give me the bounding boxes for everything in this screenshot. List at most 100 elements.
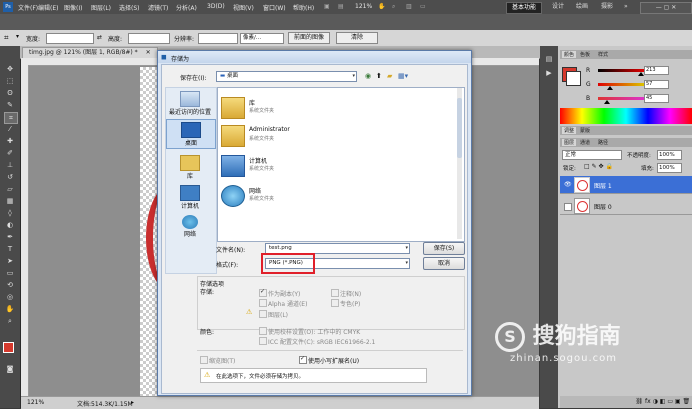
front-image-button[interactable]: 前面的图像 [288,32,330,44]
menu-view[interactable]: 视图(V) [233,3,254,12]
lowercase-ext-checkbox[interactable] [299,355,307,364]
swap-icon[interactable]: ⇄ [97,34,102,41]
proof-checkbox[interactable] [259,327,267,335]
height-input[interactable] [128,33,170,44]
zoom-icon[interactable]: ⌕ [392,3,395,11]
layer-row[interactable]: 图层 0 [560,197,692,215]
shape-tool-icon[interactable]: ▭ [4,268,16,278]
window-controls[interactable]: — ▢ ✕ [640,2,692,14]
gradient-tool-icon[interactable]: ▦ [4,196,16,206]
layers-checkbox[interactable] [259,310,267,318]
channel-value[interactable]: 57 [644,80,669,89]
menu-image[interactable]: 图像(I) [64,3,82,12]
crop-tool-icon[interactable]: ⌗ [4,33,9,43]
resolution-unit-select[interactable]: 像素/... [240,33,284,44]
icc-checkbox[interactable] [259,337,267,345]
place-recent[interactable]: 最近访问的位置 [166,91,214,116]
save-button[interactable]: 保存(S) [423,242,465,255]
workspace-more-icon[interactable]: » [624,2,628,12]
path-select-tool-icon[interactable]: ➤ [4,256,16,266]
eye-icon[interactable]: 👁 [564,181,572,188]
layers-footer-buttons[interactable]: ⛓ fx ◑ ◧ ▭ ▣ 🗑 [560,396,692,408]
arrange-icon[interactable]: ▥ [406,3,412,10]
menu-filter[interactable]: 滤镜(T) [148,3,168,12]
menu-select[interactable]: 选择(S) [119,3,140,12]
file-list-scrollbar[interactable] [457,88,462,239]
clone-stamp-tool-icon[interactable]: ⊥ [4,160,16,170]
spot-checkbox[interactable] [331,299,339,307]
color-spectrum-bar[interactable] [560,108,692,124]
pen-tool-icon[interactable]: ✒ [4,232,16,242]
cancel-button[interactable]: 取消 [423,257,465,270]
up-folder-icon[interactable]: ⬆ [376,72,382,80]
menu-layer[interactable]: 图层(L) [91,3,111,12]
tab-layers[interactable]: 图层 [562,139,577,146]
quick-select-tool-icon[interactable]: ✎ [4,100,16,110]
hand-icon[interactable]: ✋ [378,3,385,10]
close-icon[interactable]: ✕ [146,49,151,56]
tab-masks[interactable]: 蒙版 [580,127,590,134]
3d-rotate-tool-icon[interactable]: ⟲ [4,280,16,290]
annotations-checkbox[interactable] [331,289,339,297]
fill-input[interactable]: 100% [657,163,682,173]
screen-mode-icon[interactable]: ▭ [420,3,426,10]
file-item[interactable]: 计算机 系统文件夹 [219,153,419,179]
type-tool-icon[interactable]: T [4,244,16,254]
zoom-level[interactable]: 121% [355,3,372,10]
tab-channels[interactable]: 通道 [580,139,590,146]
lock-icons[interactable]: □ ✎ ✥ 🔒 [584,163,613,170]
tab-color[interactable]: 颜色 [562,51,577,58]
tab-paths[interactable]: 路径 [598,139,608,146]
thumbnail-checkbox[interactable] [200,356,208,364]
layer-row-selected[interactable]: 👁 图层 1 [560,176,692,194]
channel-slider[interactable] [598,83,650,90]
tab-styles[interactable]: 样式 [598,51,608,58]
alpha-checkbox[interactable] [259,299,267,307]
tab-adjustments[interactable]: 调整 [562,127,577,134]
file-item[interactable]: 库 系统文件夹 [219,95,419,121]
channel-slider[interactable] [598,97,650,104]
menu-help[interactable]: 帮助(H) [293,3,314,12]
slider-thumb[interactable] [606,86,613,90]
view-menu-icon[interactable]: ▦▾ [398,72,408,80]
resolution-input[interactable] [198,33,238,44]
eraser-tool-icon[interactable]: ▱ [4,184,16,194]
menu-edit[interactable]: 编辑(E) [38,3,58,12]
channel-slider[interactable] [598,69,650,76]
ruler-vertical[interactable] [21,65,29,396]
hand-tool-icon[interactable]: ✋ [4,304,16,314]
color-panel-background-swatch[interactable] [566,71,581,86]
marquee-tool-icon[interactable]: ⬚ [4,76,16,86]
back-icon[interactable]: ◉ [365,72,371,80]
channel-value[interactable]: 213 [644,66,669,75]
document-tab[interactable]: timg.jpg @ 121% (图层 1, RGB/8#) * ✕ [22,47,158,58]
history-panel-icon[interactable]: ▤ [543,54,555,64]
menu-window[interactable]: 窗口(W) [263,3,286,12]
as-copy-checkbox[interactable] [259,288,267,297]
channel-value[interactable]: 45 [644,94,669,103]
bridge-icon[interactable]: ▣ [324,3,330,10]
workspace-design[interactable]: 设计 [552,2,564,12]
blur-tool-icon[interactable]: ◊ [4,208,16,218]
dodge-tool-icon[interactable]: ◐ [4,220,16,230]
place-network[interactable]: 网络 [166,215,214,238]
slider-thumb[interactable] [604,100,611,104]
status-arrow-icon[interactable]: ▸ [131,399,134,406]
3d-camera-tool-icon[interactable]: ◎ [4,292,16,302]
eyedropper-tool-icon[interactable]: ⁄ [4,124,16,134]
tab-swatches[interactable]: 色板 [580,51,590,58]
menu-3d[interactable]: 3D(D) [207,3,225,10]
brush-tool-icon[interactable]: ✐ [4,148,16,158]
status-zoom[interactable]: 121% [27,399,44,406]
quick-mask-icon[interactable]: ◙ [4,364,16,374]
foreground-color-swatch[interactable] [3,342,14,353]
healing-brush-tool-icon[interactable]: ✚ [4,136,16,146]
dialog-titlebar[interactable]: ◼ 存储为 [158,51,471,63]
save-in-select[interactable]: ▬ 桌面 ▾ [216,71,357,82]
menu-file[interactable]: 文件(F) [18,3,38,12]
crop-tool-icon[interactable]: ⌗ [4,112,18,124]
opacity-input[interactable]: 100% [657,150,682,160]
file-item[interactable]: Administrator 系统文件夹 [219,123,419,149]
tool-preset-chevron-icon[interactable]: ▾ [16,33,19,40]
workspace-photography[interactable]: 摄影 [601,2,613,12]
